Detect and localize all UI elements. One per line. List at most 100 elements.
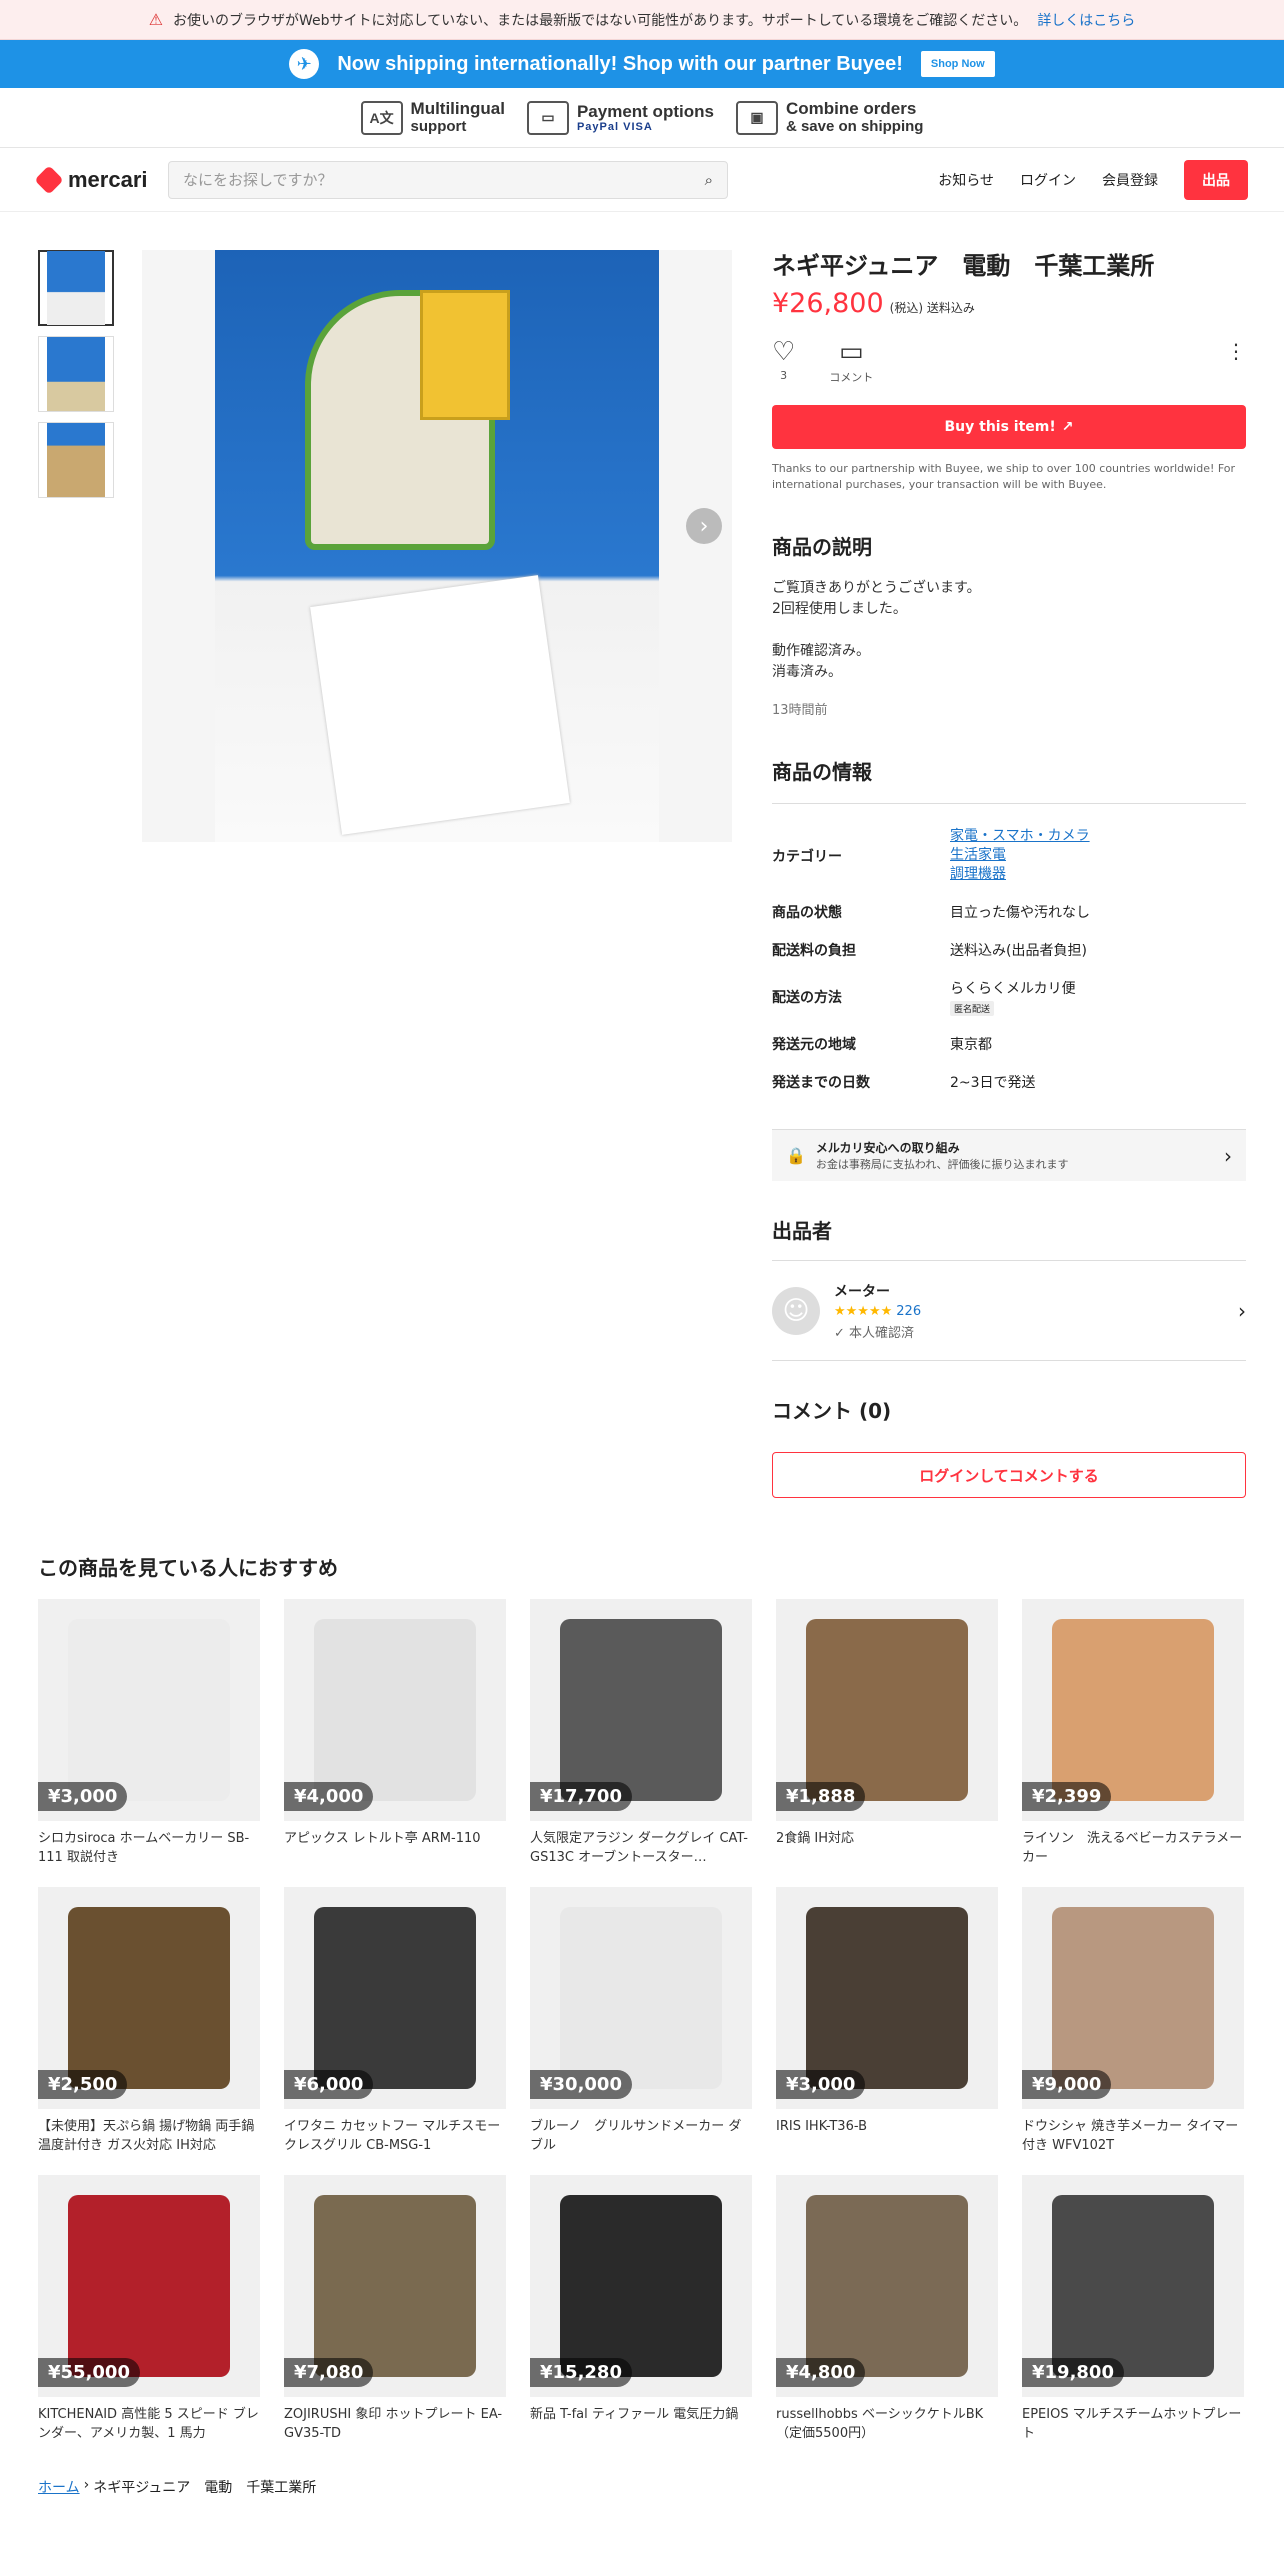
product-card[interactable]: ¥3,000 IRIS IHK-T36-B: [776, 1887, 998, 2155]
more-options-icon[interactable]: ⋮: [1226, 339, 1246, 363]
like-button[interactable]: ♡ 3: [772, 339, 795, 382]
product-photo: [1052, 1619, 1214, 1801]
product-image[interactable]: ¥4,000: [284, 1599, 506, 1821]
thumbnail[interactable]: [38, 336, 114, 412]
nav-notifications[interactable]: お知らせ: [938, 170, 994, 190]
anonymous-tag: 匿名配送: [950, 1001, 995, 1016]
product-image[interactable]: ¥15,280: [530, 2175, 752, 2397]
product-image[interactable]: ¥2,500: [38, 1887, 260, 2109]
product-name: ドウシシャ 焼き芋メーカー タイマー付き WFV102T: [1022, 2119, 1239, 2153]
item-main: › ネギ平ジュニア 電動 千葉工業所 ¥26,800 (税込) 送料込み ♡ 3…: [0, 212, 1284, 1498]
product-card[interactable]: ¥4,000 アピックス レトルト亭 ARM-110: [284, 1599, 506, 1867]
product-card[interactable]: ¥19,800 EPEIOS マルチスチームホットプレート: [1022, 2175, 1244, 2443]
rating-stars: ★★★★★ 226: [834, 1303, 922, 1319]
shipping-banner[interactable]: ✈ Now shipping internationally! Shop wit…: [0, 40, 1284, 88]
category-links: 家電・スマホ・カメラ 生活家電 調理機器: [950, 818, 1246, 893]
product-card[interactable]: ¥2,399 ライソン 洗えるベビーカステラメーカー: [1022, 1599, 1244, 1867]
chevron-right-icon: ›: [1224, 1143, 1232, 1168]
product-card[interactable]: ¥1,888 2食鍋 IH対応: [776, 1599, 998, 1867]
description-heading: 商品の説明: [772, 535, 872, 559]
item-title: ネギ平ジュニア 電動 千葉工業所: [772, 252, 1155, 280]
product-image[interactable]: ¥9,000: [1022, 1887, 1244, 2109]
product-price: ¥19,800: [1022, 2358, 1124, 2387]
lock-icon: 🔒: [786, 1146, 806, 1165]
product-name: EPEIOS マルチスチームホットプレート: [1022, 2407, 1242, 2441]
nav-signup[interactable]: 会員登録: [1102, 170, 1158, 190]
product-image[interactable]: ¥1,888: [776, 1599, 998, 1821]
product-image[interactable]: ¥3,000: [38, 1599, 260, 1821]
spec-row-category: カテゴリー 家電・スマホ・カメラ 生活家電 調理機器: [772, 818, 1246, 893]
product-name: 人気限定アラジン ダークグレイ CAT-GS13C オーブントースター…: [530, 1831, 748, 1865]
product-card[interactable]: ¥6,000 イワタニ カセットフー マルチスモークレスグリル CB-MSG-1: [284, 1887, 506, 2155]
buyee-note: Thanks to our partnership with Buyee, we…: [772, 462, 1236, 491]
product-image[interactable]: ¥30,000: [530, 1887, 752, 2109]
feature-sub: support: [410, 118, 467, 135]
thumbnail[interactable]: [38, 250, 114, 326]
sell-button[interactable]: 出品: [1184, 159, 1248, 200]
buy-button[interactable]: Buy this item! ↗: [772, 405, 1246, 449]
seller-card[interactable]: ☺ メーター ★★★★★ 226 ✓ 本人確認済 ›: [772, 1261, 1246, 1361]
warning-text: お使いのブラウザがWebサイトに対応していない、または最新版ではない可能性があり…: [173, 12, 1028, 29]
product-card[interactable]: ¥4,800 russellhobbs ベーシックケトルBK（定価5500円）: [776, 2175, 998, 2443]
category-link[interactable]: 調理機器: [950, 865, 1246, 884]
product-price: ¥4,800: [776, 2358, 866, 2387]
comment-label: コメント: [829, 371, 874, 384]
thumbnail[interactable]: [38, 422, 114, 498]
category-link[interactable]: 生活家電: [950, 846, 1246, 865]
product-card[interactable]: ¥30,000 ブルーノ グリルサンドメーカー ダブル: [530, 1887, 752, 2155]
comment-button[interactable]: ▭ コメント: [829, 339, 873, 385]
card-icon: ▭: [526, 100, 569, 135]
product-image[interactable]: ¥2,399: [1022, 1599, 1244, 1821]
item-price-row: ¥26,800 (税込) 送料込み: [772, 288, 1246, 319]
spec-value: らくらくメルカリ便 匿名配送: [950, 969, 1246, 1025]
product-photo: [560, 1907, 722, 2089]
product-price: ¥30,000: [530, 2070, 632, 2099]
product-image[interactable]: ¥19,800: [1022, 2175, 1244, 2397]
seller-name: メーター: [834, 1283, 890, 1300]
product-price: ¥1,888: [776, 1782, 866, 1811]
description-line: ご覧頂きありがとうございます。: [772, 580, 981, 596]
product-image[interactable]: ¥7,080: [284, 2175, 506, 2397]
chevron-right-icon: ›: [1238, 1298, 1246, 1323]
product-image[interactable]: ¥6,000: [284, 1887, 506, 2109]
avatar: ☺: [772, 1286, 820, 1335]
login-to-comment-button[interactable]: ログインしてコメントする: [772, 1452, 1246, 1498]
product-card[interactable]: ¥3,000 シロカsiroca ホームベーカリー SB-111 取説付き: [38, 1599, 260, 1867]
breadcrumb-home[interactable]: ホーム: [38, 2477, 80, 2497]
safety-title: メルカリ安心への取り組み: [815, 1141, 960, 1155]
product-image[interactable]: ¥17,700: [530, 1599, 752, 1821]
specs-heading: 商品の情報: [772, 756, 1246, 804]
product-image[interactable]: ¥3,000: [776, 1887, 998, 2109]
posted-time: 13時間前: [772, 703, 828, 718]
spec-label: 発送までの日数: [772, 1075, 870, 1091]
item-info: ネギ平ジュニア 電動 千葉工業所 ¥26,800 (税込) 送料込み ♡ 3 ▭…: [772, 250, 1246, 1498]
product-image[interactable]: ¥4,800: [776, 2175, 998, 2397]
warning-link[interactable]: 詳しくはこちら: [1037, 10, 1135, 30]
product-image[interactable]: ¥55,000: [38, 2175, 260, 2397]
product-photo: [806, 2195, 968, 2377]
breadcrumb: ホーム › ネギ平ジュニア 電動 千葉工業所: [0, 2443, 1284, 2497]
search-input[interactable]: なにをお探しですか？ ⌕: [168, 160, 728, 199]
product-name: 【未使用】天ぷら鍋 揚げ物鍋 両手鍋 温度計付き ガス火対応 IH対応: [38, 2119, 255, 2153]
product-card[interactable]: ¥7,080 ZOJIRUSHI 象印 ホットプレート EA-GV35-TD: [284, 2175, 506, 2443]
specs-table: カテゴリー 家電・スマホ・カメラ 生活家電 調理機器 商品の状態 目立った傷や汚れ…: [772, 818, 1246, 1101]
seller-heading: 出品者: [772, 1215, 1246, 1261]
feature-title: Multilingual: [410, 99, 505, 118]
safety-banner[interactable]: 🔒 メルカリ安心への取り組み お金は事務局に支払われ、評価後に振り込まれます ›: [772, 1129, 1246, 1181]
nav-login[interactable]: ログイン: [1020, 170, 1076, 190]
product-card[interactable]: ¥17,700 人気限定アラジン ダークグレイ CAT-GS13C オーブントース…: [530, 1599, 752, 1867]
category-link[interactable]: 家電・スマホ・カメラ: [950, 827, 1246, 846]
item-price: ¥26,800: [772, 288, 884, 319]
shop-now-button[interactable]: Shop Now: [920, 51, 995, 77]
feature-title: Payment options: [576, 101, 714, 121]
like-count: 3: [780, 369, 788, 382]
product-card[interactable]: ¥9,000 ドウシシャ 焼き芋メーカー タイマー付き WFV102T: [1022, 1887, 1244, 2155]
product-card[interactable]: ¥15,280 新品 T-fal ティファール 電気圧力鍋: [530, 2175, 752, 2443]
search-icon[interactable]: ⌕: [705, 171, 713, 189]
mercari-logo[interactable]: mercari: [34, 164, 156, 195]
product-card[interactable]: ¥2,500 【未使用】天ぷら鍋 揚げ物鍋 両手鍋 温度計付き ガス火対応 IH対…: [38, 1887, 260, 2155]
product-card[interactable]: ¥55,000 KITCHENAID 高性能 5 スピード ブレンダー、アメリカ製…: [38, 2175, 260, 2443]
spec-row-days: 発送までの日数 2~3日で発送: [772, 1063, 1246, 1101]
spec-label: カテゴリー: [772, 848, 842, 865]
next-image-button[interactable]: ›: [686, 508, 722, 544]
